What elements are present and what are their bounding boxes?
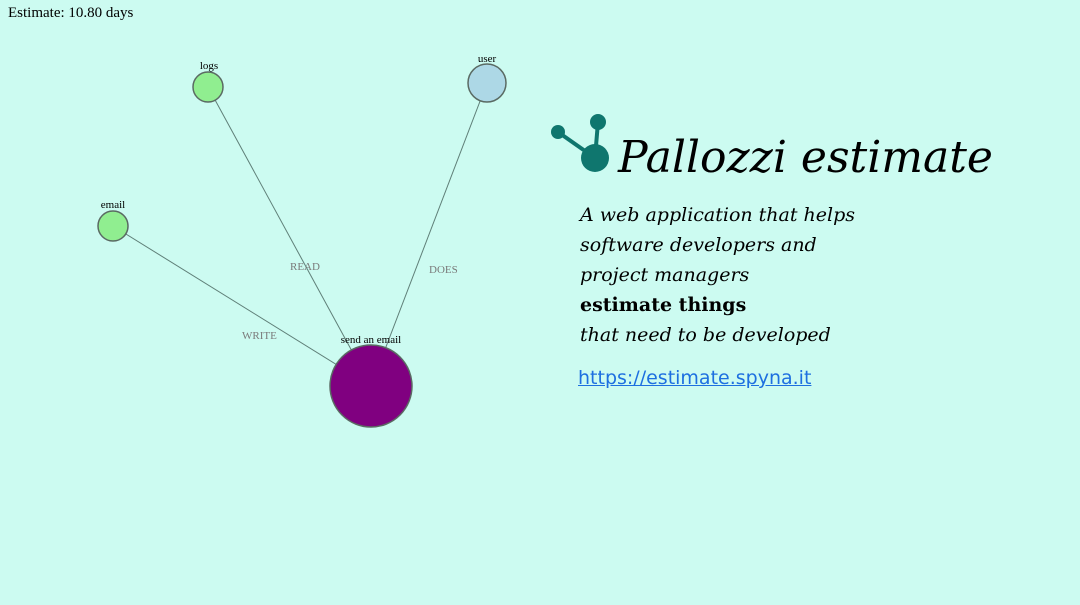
node-logs[interactable] bbox=[192, 71, 224, 103]
node-user[interactable] bbox=[467, 63, 507, 103]
tagline: A web application that helps software de… bbox=[580, 200, 855, 350]
tagline-line-3: project managers bbox=[580, 264, 750, 286]
edge-label-write: WRITE bbox=[242, 330, 277, 342]
edge-label-read: READ bbox=[290, 261, 320, 273]
edge-write bbox=[112, 225, 372, 387]
edge-label-does: DOES bbox=[429, 264, 458, 276]
brand-title: Pallozzi estimate bbox=[618, 132, 993, 183]
tagline-line-4: estimate things bbox=[580, 294, 747, 316]
node-label-user: user bbox=[478, 53, 497, 65]
website-link[interactable]: https://estimate.spyna.it bbox=[578, 367, 811, 389]
tagline-line-1: A web application that helps bbox=[580, 204, 856, 226]
tagline-line-5: that need to be developed bbox=[580, 324, 831, 346]
node-email[interactable] bbox=[97, 210, 129, 242]
dependency-graph[interactable]: READ DOES WRITE logs user email send an … bbox=[0, 0, 560, 460]
molecule-icon bbox=[551, 114, 609, 172]
tagline-line-2: software developers and bbox=[580, 234, 817, 256]
node-label-send-an-email: send an email bbox=[341, 334, 401, 346]
node-label-email: email bbox=[101, 199, 125, 211]
node-label-logs: logs bbox=[200, 60, 218, 72]
page: Estimate: 10.80 days READ DOES WRITE log… bbox=[0, 0, 1080, 605]
node-send-an-email[interactable] bbox=[329, 344, 413, 428]
